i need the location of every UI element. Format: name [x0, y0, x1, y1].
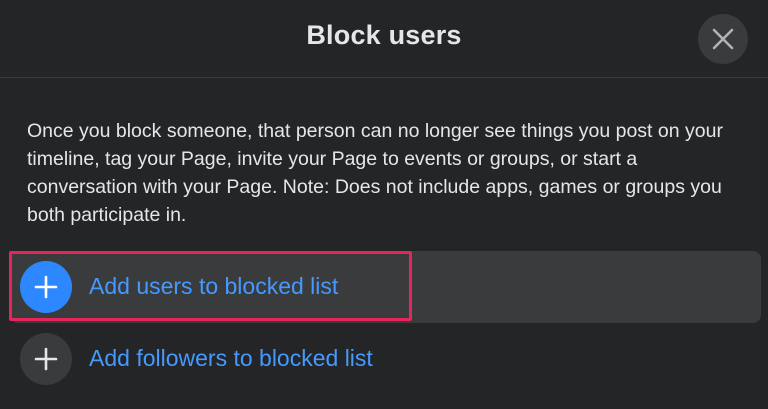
dialog-description: Once you block someone, that person can … — [27, 120, 723, 226]
add-followers-icon-circle — [20, 333, 72, 385]
add-users-icon-circle — [20, 261, 72, 313]
close-icon — [712, 28, 734, 50]
plus-icon — [34, 347, 58, 371]
close-button[interactable] — [698, 14, 748, 64]
dialog-header: Block users — [0, 0, 768, 78]
add-users-to-blocked-list-button[interactable]: Add users to blocked list — [20, 261, 720, 313]
add-followers-to-blocked-list-button[interactable]: Add followers to blocked list — [20, 333, 720, 385]
add-users-label: Add users to blocked list — [89, 273, 339, 299]
plus-icon — [34, 275, 58, 299]
block-users-dialog: Block users Once you block someone, that… — [0, 0, 768, 409]
dialog-title: Block users — [306, 20, 462, 50]
add-followers-label: Add followers to blocked list — [89, 345, 373, 371]
